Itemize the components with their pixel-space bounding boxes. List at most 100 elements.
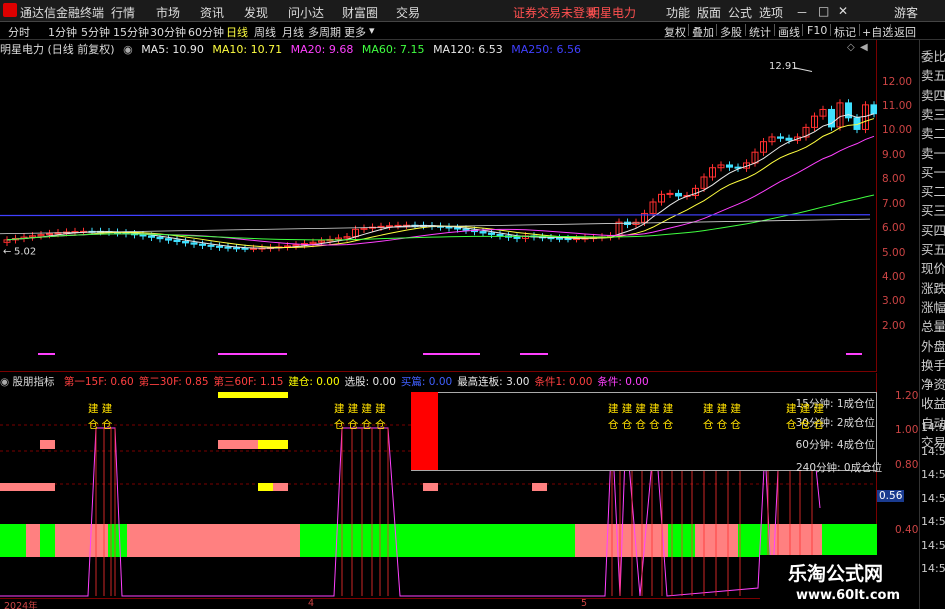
side-time: 14:56 <box>921 491 945 505</box>
menu-item-discover[interactable]: 发现 <box>244 4 268 21</box>
period-tab-timeshare[interactable]: 分时 <box>8 24 30 40</box>
quote-side-panel: 委比 卖五 卖四 卖三 卖二 卖一 买一 买二 买三 买四 买五 现价 涨跌 涨幅 总量 外盘 换手 净资 收益 自动… <box>919 40 945 609</box>
build-marker: 建 <box>716 403 731 415</box>
close-icon[interactable]: ✕ <box>838 4 848 18</box>
pink-bar <box>532 483 547 491</box>
candle-body <box>165 238 172 241</box>
tool-back[interactable]: 返回 <box>894 24 916 40</box>
price-tick-label: 5.00 <box>882 247 906 259</box>
side-label[interactable]: 委比 <box>921 46 945 65</box>
tool-multi-stock[interactable]: 多股 <box>720 24 742 40</box>
candle-body <box>199 243 206 246</box>
period-tab-monthly[interactable]: 月线 <box>282 24 304 40</box>
ma10-label: MA10: 10.71 <box>212 43 283 56</box>
guest-label[interactable]: 游客 <box>894 4 918 21</box>
position-marker: 仓 <box>716 419 731 431</box>
pane-collapse-icon[interactable]: ◀ <box>860 42 868 53</box>
candle-body <box>496 233 504 237</box>
tool-restore-rights[interactable]: 复权 <box>664 24 686 40</box>
menu-item-trade[interactable]: 交易 <box>396 4 420 21</box>
pink-bar <box>423 483 438 491</box>
restore-icon[interactable]: □ <box>818 4 829 18</box>
side-label[interactable]: 外盘 <box>921 336 945 355</box>
indicator-tick-label: 1.00 <box>895 424 919 436</box>
tool-draw-line[interactable]: 画线 <box>778 24 800 40</box>
position-marker: 仓 <box>799 419 814 431</box>
position-marker: 仓 <box>662 419 677 431</box>
watermark-logo: 乐淘公式网 www.60lt.com <box>760 555 919 609</box>
position-marker: 仓 <box>361 419 375 431</box>
candlestick-chart[interactable]: 12.91 5.02← <box>0 56 877 372</box>
chart-title: 明星电力 (日线 前复权) <box>0 43 115 56</box>
side-label[interactable]: 买三 <box>921 200 945 219</box>
build-marker: 建 <box>786 403 800 415</box>
menu-item-community[interactable]: 财富圈 <box>342 4 378 21</box>
tool-add-watchlist[interactable]: +自选 <box>862 24 893 40</box>
ma120-label: MA120: 6.53 <box>433 43 503 56</box>
side-label[interactable]: 总量 <box>921 316 945 335</box>
low-arrow-icon: ← <box>3 247 11 258</box>
side-label[interactable]: 买四 <box>921 220 945 239</box>
tool-f10[interactable]: F10 <box>807 24 827 37</box>
period-tab-daily[interactable]: 日线 <box>226 24 248 40</box>
candle-body <box>139 234 147 237</box>
candle-body <box>556 237 563 240</box>
side-label[interactable]: 收益 <box>921 393 945 412</box>
position-marker: 仓 <box>608 419 622 431</box>
period-tab-weekly[interactable]: 周线 <box>254 24 276 40</box>
menu-item-market[interactable]: 市场 <box>156 4 180 21</box>
side-label[interactable]: 买一 <box>921 162 945 181</box>
side-label[interactable]: 卖四 <box>921 85 945 104</box>
side-label[interactable]: 涨幅 <box>921 297 945 316</box>
menu-item-formula[interactable]: 公式 <box>728 4 752 21</box>
side-label[interactable]: 买五 <box>921 239 945 258</box>
candle-body <box>190 242 198 245</box>
menu-item-xiaoda[interactable]: 问小达 <box>288 4 324 21</box>
side-label[interactable]: 卖五 <box>921 65 945 84</box>
period-tab-5min[interactable]: 5分钟 <box>81 24 110 40</box>
side-label[interactable]: 卖一 <box>921 143 945 162</box>
terminal-window: 通达信金融终端 行情 市场 资讯 发现 问小达 财富圈 交易 证券交易未登录 明… <box>0 0 945 609</box>
side-label[interactable]: 现价 <box>921 258 945 277</box>
period-tab-30min[interactable]: 30分钟 <box>150 24 186 40</box>
period-tab-multi[interactable]: 多周期 <box>308 24 341 40</box>
tool-overlay[interactable]: 叠加 <box>692 24 714 40</box>
trade-login-notice[interactable]: 证券交易未登录 <box>513 4 597 21</box>
position-marker: 仓 <box>786 419 800 431</box>
price-tick-label: 7.00 <box>882 198 906 210</box>
side-label[interactable]: 卖二 <box>921 123 945 142</box>
position-marker: 仓 <box>635 419 649 431</box>
period-tab-1min[interactable]: 1分钟 <box>48 24 77 40</box>
ma120-line <box>0 218 871 235</box>
pane-settings-icon[interactable]: ◇ <box>847 42 855 53</box>
position-row-60min: 60分钟: 4成仓位 <box>795 439 875 451</box>
period-tab-15min[interactable]: 15分钟 <box>113 24 149 40</box>
menu-item-function[interactable]: 功能 <box>666 4 690 21</box>
menu-item-news[interactable]: 资讯 <box>200 4 224 21</box>
trend-band <box>822 524 877 557</box>
menu-item-layout[interactable]: 版面 <box>697 4 721 21</box>
side-label[interactable]: 净资 <box>921 374 945 393</box>
minimize-icon[interactable]: － <box>796 4 808 21</box>
pink-bar <box>273 483 288 491</box>
period-tab-60min[interactable]: 60分钟 <box>188 24 224 40</box>
build-marker: 建 <box>649 403 663 415</box>
build-marker: 建 <box>361 403 375 415</box>
build-marker: 建 <box>101 403 116 415</box>
position-marker: 仓 <box>813 419 827 431</box>
more-chevron-icon[interactable]: ▾ <box>369 24 375 37</box>
app-title: 通达信金融终端 <box>20 6 105 20</box>
period-tab-more[interactable]: 更多 <box>344 24 366 40</box>
menu-item-quotes[interactable]: 行情 <box>111 4 135 21</box>
dropdown-icon[interactable]: ◉ <box>123 43 133 56</box>
tool-stats[interactable]: 统计 <box>749 24 771 40</box>
candle-body <box>488 232 495 235</box>
menu-item-options[interactable]: 选项 <box>759 4 783 21</box>
side-label[interactable]: 卖三 <box>921 104 945 123</box>
tool-mark[interactable]: 标记 <box>834 24 856 40</box>
ma250-line <box>0 214 871 217</box>
side-label[interactable]: 涨跌 <box>921 278 945 297</box>
side-label[interactable]: 买二 <box>921 181 945 200</box>
side-label[interactable]: 换手 <box>921 355 945 374</box>
watermark-title: 乐淘公式网 <box>788 563 884 585</box>
